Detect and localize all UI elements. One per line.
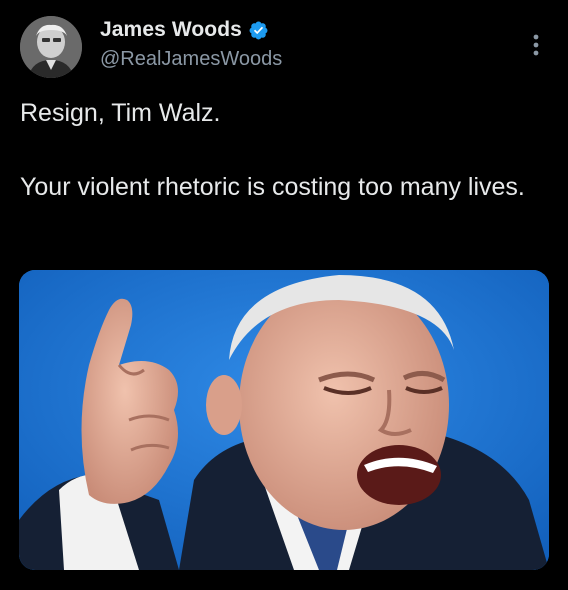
tweet-text-paragraph-2: Your violent rhetoric is costing too man…: [20, 173, 525, 201]
more-options-icon[interactable]: [528, 32, 544, 58]
avatar[interactable]: [20, 16, 82, 78]
tweet[interactable]: James Woods @RealJamesWoods Resign, Tim …: [0, 0, 568, 590]
author-name-row[interactable]: James Woods: [100, 18, 269, 42]
verified-badge-icon: [249, 21, 268, 39]
avatar-image: [20, 16, 82, 78]
photo-image: [19, 270, 549, 570]
tweet-text-paragraph-1: Resign, Tim Walz.: [20, 99, 221, 127]
author-display-name[interactable]: James Woods: [100, 18, 242, 42]
tweet-photo[interactable]: [19, 270, 549, 570]
author-handle[interactable]: @RealJamesWoods: [100, 48, 282, 71]
